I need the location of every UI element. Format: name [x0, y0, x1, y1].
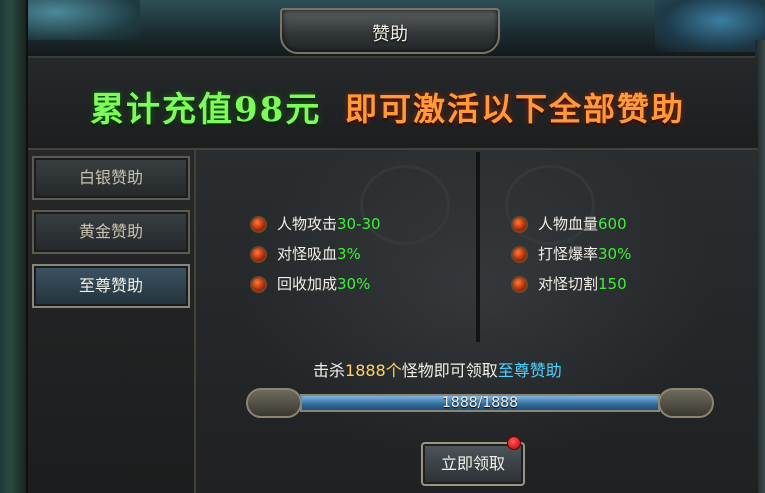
- progress-bar-cap-left: [246, 388, 302, 418]
- sponsor-tier-sidebar: 白银赞助 黄金赞助 至尊赞助: [28, 150, 196, 493]
- reward-tier-name: 至尊赞助: [497, 361, 562, 380]
- banner-activation-text: 即可激活以下全部赞助: [345, 90, 686, 128]
- corner-ornament-right: [655, 0, 765, 52]
- attribute-value: 150: [598, 275, 627, 293]
- bullet-orb-icon: [250, 216, 267, 233]
- kill-progress-bar: 1888/1888: [246, 386, 714, 424]
- attribute-value: 30%: [337, 275, 371, 293]
- attribute-row: 人物攻击30-30: [250, 213, 381, 237]
- attribute-name: 人物攻击: [277, 215, 338, 233]
- bullet-orb-icon: [511, 246, 528, 263]
- tier-tab-silver[interactable]: 白银赞助: [32, 156, 190, 200]
- attribute-row: 对怪吸血3%: [250, 243, 361, 267]
- progress-bar-cap-right: [658, 388, 714, 418]
- attribute-value: 600: [598, 215, 627, 233]
- bullet-orb-icon: [250, 246, 267, 263]
- kill-middle: 怪物即可领取: [401, 361, 498, 380]
- door-seam: [476, 152, 480, 342]
- attribute-name: 回收加成: [277, 275, 338, 293]
- kill-count: 1888: [345, 361, 386, 380]
- window-title: 赞助: [372, 24, 408, 45]
- progress-track: 1888/1888: [300, 394, 660, 412]
- attribute-row: 打怪爆率30%: [511, 243, 631, 267]
- attribute-row: 回收加成30%: [250, 273, 370, 297]
- bullet-orb-icon: [511, 276, 528, 293]
- banner-recharge-amount: 累计充值98元: [90, 90, 322, 130]
- attribute-name: 对怪切割: [538, 275, 599, 293]
- kill-requirement-text: 击杀1888个怪物即可领取至尊赞助: [313, 357, 562, 381]
- attribute-name: 人物血量: [538, 215, 599, 233]
- tier-tab-supreme[interactable]: 至尊赞助: [32, 264, 190, 308]
- notification-dot-icon: [507, 436, 521, 450]
- attribute-name: 对怪吸血: [277, 245, 338, 263]
- bullet-orb-icon: [511, 216, 528, 233]
- kill-prefix: 击杀: [313, 361, 346, 380]
- attribute-value: 30-30: [337, 215, 381, 233]
- attribute-name: 打怪爆率: [538, 245, 599, 263]
- left-border-ornament: [0, 0, 28, 493]
- attribute-value: 3%: [337, 245, 361, 263]
- attribute-row: 人物血量600: [511, 213, 627, 237]
- tier-tab-gold[interactable]: 黄金赞助: [32, 210, 190, 254]
- attribute-row: 对怪切割150: [511, 273, 627, 297]
- bullet-orb-icon: [250, 276, 267, 293]
- sponsor-window: 赞助 累计充值98元 即可激活以下全部赞助 白银赞助 黄金赞助 至尊赞助 人物攻…: [0, 0, 765, 493]
- progress-text: 1888/1888: [442, 395, 518, 411]
- kill-unit: 个: [385, 361, 402, 380]
- attribute-value: 30%: [598, 245, 632, 263]
